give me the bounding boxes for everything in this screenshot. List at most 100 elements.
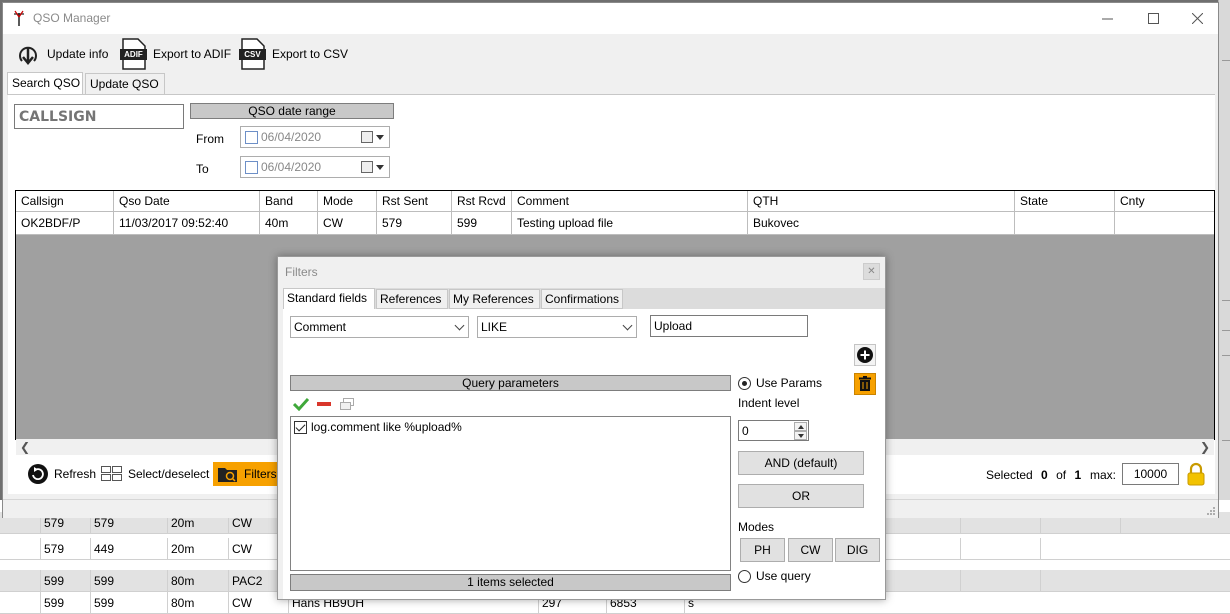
column-header-band[interactable]: Band xyxy=(260,191,318,211)
bg-cell: 599 xyxy=(40,592,90,614)
spin-down-button[interactable] xyxy=(794,431,807,440)
update-info-label: Update info xyxy=(47,47,109,61)
modes-label: Modes xyxy=(738,520,775,534)
remove-icon[interactable] xyxy=(316,397,332,411)
and-button[interactable]: AND (default) xyxy=(738,451,864,475)
max-records-input[interactable]: 10000 xyxy=(1122,463,1179,485)
chevron-down-icon[interactable] xyxy=(376,165,384,170)
to-date-picker[interactable]: 06/04/2020 xyxy=(240,156,390,178)
tab-my-references[interactable]: My References xyxy=(449,289,540,309)
scroll-right-icon[interactable]: ❯ xyxy=(1200,440,1210,454)
use-query-radio[interactable]: Use query xyxy=(738,569,811,583)
minimize-button[interactable] xyxy=(1084,3,1130,34)
chevron-down-icon xyxy=(622,320,633,331)
column-header-qth[interactable]: QTH xyxy=(748,191,1015,211)
column-header-callsign[interactable]: Callsign xyxy=(16,191,114,211)
from-date-picker[interactable]: 06/04/2020 xyxy=(240,126,390,148)
to-label: To xyxy=(196,162,209,176)
from-date-checkbox[interactable] xyxy=(245,131,258,144)
dialog-close-button[interactable]: ✕ xyxy=(863,263,880,280)
radio-dot xyxy=(738,376,751,390)
mode-ph-button[interactable]: PH xyxy=(740,538,785,562)
table-row[interactable]: OK2BDF/P 11/03/2017 09:52:40 40m CW 579 … xyxy=(16,212,1214,235)
operator-combo[interactable]: LIKE xyxy=(477,316,637,338)
total-count: 1 xyxy=(1074,468,1082,482)
chevron-down-icon[interactable] xyxy=(376,135,384,140)
spin-up-button[interactable] xyxy=(794,422,807,431)
grid-header-row: Callsign Qso Date Band Mode Rst Sent Rst… xyxy=(16,191,1214,212)
chevron-down-icon xyxy=(454,320,465,331)
tab-confirmations[interactable]: Confirmations xyxy=(541,289,623,309)
bg-cell xyxy=(1040,570,1120,592)
list-item[interactable]: log.comment like %upload% xyxy=(294,420,462,434)
mode-dig-button[interactable]: DIG xyxy=(835,538,880,562)
column-header-state[interactable]: State xyxy=(1015,191,1115,211)
from-label: From xyxy=(196,132,224,146)
use-params-radio[interactable]: Use Params xyxy=(738,376,822,390)
item-checkbox[interactable] xyxy=(294,420,307,434)
query-parameters-toolbar xyxy=(290,393,731,415)
mode-cw-button[interactable]: CW xyxy=(788,538,833,562)
tab-references[interactable]: References xyxy=(376,289,448,309)
list-item-text: log.comment like %upload% xyxy=(311,420,462,434)
export-adif-button[interactable]: ADIF Export to ADIF xyxy=(120,37,231,71)
filters-label: Filters xyxy=(244,467,277,481)
lock-icon[interactable] xyxy=(1186,462,1206,486)
cell-band: 40m xyxy=(260,212,318,234)
adif-badge-text: ADIF xyxy=(124,50,143,59)
calendar-icon xyxy=(361,131,373,143)
filter-value-input[interactable]: Upload xyxy=(650,315,808,337)
trash-icon[interactable] xyxy=(854,373,876,395)
windows-icon[interactable] xyxy=(339,397,355,411)
checkmark-icon[interactable] xyxy=(293,397,309,411)
background-window-edge xyxy=(1218,0,1230,500)
tab-search-qso[interactable]: Search QSO xyxy=(7,72,83,95)
bg-cell xyxy=(960,570,1040,592)
title-bar[interactable]: QSO Manager xyxy=(3,3,1218,34)
filters-button[interactable]: Filters xyxy=(213,462,281,486)
maximize-button[interactable] xyxy=(1130,3,1176,34)
export-csv-label: Export to CSV xyxy=(272,47,349,61)
indent-level-value: 0 xyxy=(742,424,749,438)
bg-cell: 80m xyxy=(167,592,228,614)
column-header-cnty[interactable]: Cnty xyxy=(1115,191,1215,211)
tab-update-qso[interactable]: Update QSO xyxy=(85,73,165,95)
cell-state xyxy=(1015,212,1115,234)
from-date-value: 06/04/2020 xyxy=(261,130,322,144)
column-header-rst-sent[interactable]: Rst Sent xyxy=(377,191,452,211)
max-label: max: xyxy=(1090,468,1117,482)
callsign-input[interactable] xyxy=(14,104,184,129)
operator-combo-value: LIKE xyxy=(481,320,508,334)
query-parameters-list[interactable]: log.comment like %upload% xyxy=(290,416,731,571)
query-parameters-header: Query parameters xyxy=(290,375,731,391)
minimize-icon xyxy=(1101,18,1113,20)
close-button[interactable] xyxy=(1174,3,1220,34)
column-header-qso-date[interactable]: Qso Date xyxy=(114,191,260,211)
dialog-title: Filters xyxy=(285,265,318,279)
use-query-label: Use query xyxy=(756,569,811,583)
add-filter-icon[interactable] xyxy=(854,344,876,366)
update-info-button[interactable]: Update info xyxy=(15,37,108,71)
column-header-rst-rcvd[interactable]: Rst Rcvd xyxy=(452,191,512,211)
select-deselect-button[interactable]: Select/deselect xyxy=(97,462,213,486)
field-combo[interactable]: Comment xyxy=(290,316,469,338)
column-header-comment[interactable]: Comment xyxy=(512,191,748,211)
folder-search-icon xyxy=(218,468,237,482)
export-csv-button[interactable]: CSV Export to CSV xyxy=(239,37,348,71)
indent-level-spinner[interactable]: 0 xyxy=(738,420,809,441)
tab-standard-fields[interactable]: Standard fields xyxy=(283,288,375,309)
or-button[interactable]: OR xyxy=(738,484,864,508)
chevron-up-icon xyxy=(798,425,804,429)
selected-label: Selected xyxy=(986,468,1033,482)
refresh-label: Refresh xyxy=(54,467,97,481)
bg-cell: 449 xyxy=(90,538,167,560)
antenna-app-icon xyxy=(14,10,24,26)
to-date-checkbox[interactable] xyxy=(245,161,258,174)
calendar-icon xyxy=(361,161,373,173)
scroll-left-icon[interactable]: ❮ xyxy=(20,440,30,454)
column-header-mode[interactable]: Mode xyxy=(318,191,377,211)
refresh-button[interactable]: Refresh xyxy=(23,462,100,486)
resize-grip-icon[interactable] xyxy=(1206,506,1216,516)
maximize-icon xyxy=(1147,13,1159,24)
csv-file-icon: CSV xyxy=(239,38,266,70)
